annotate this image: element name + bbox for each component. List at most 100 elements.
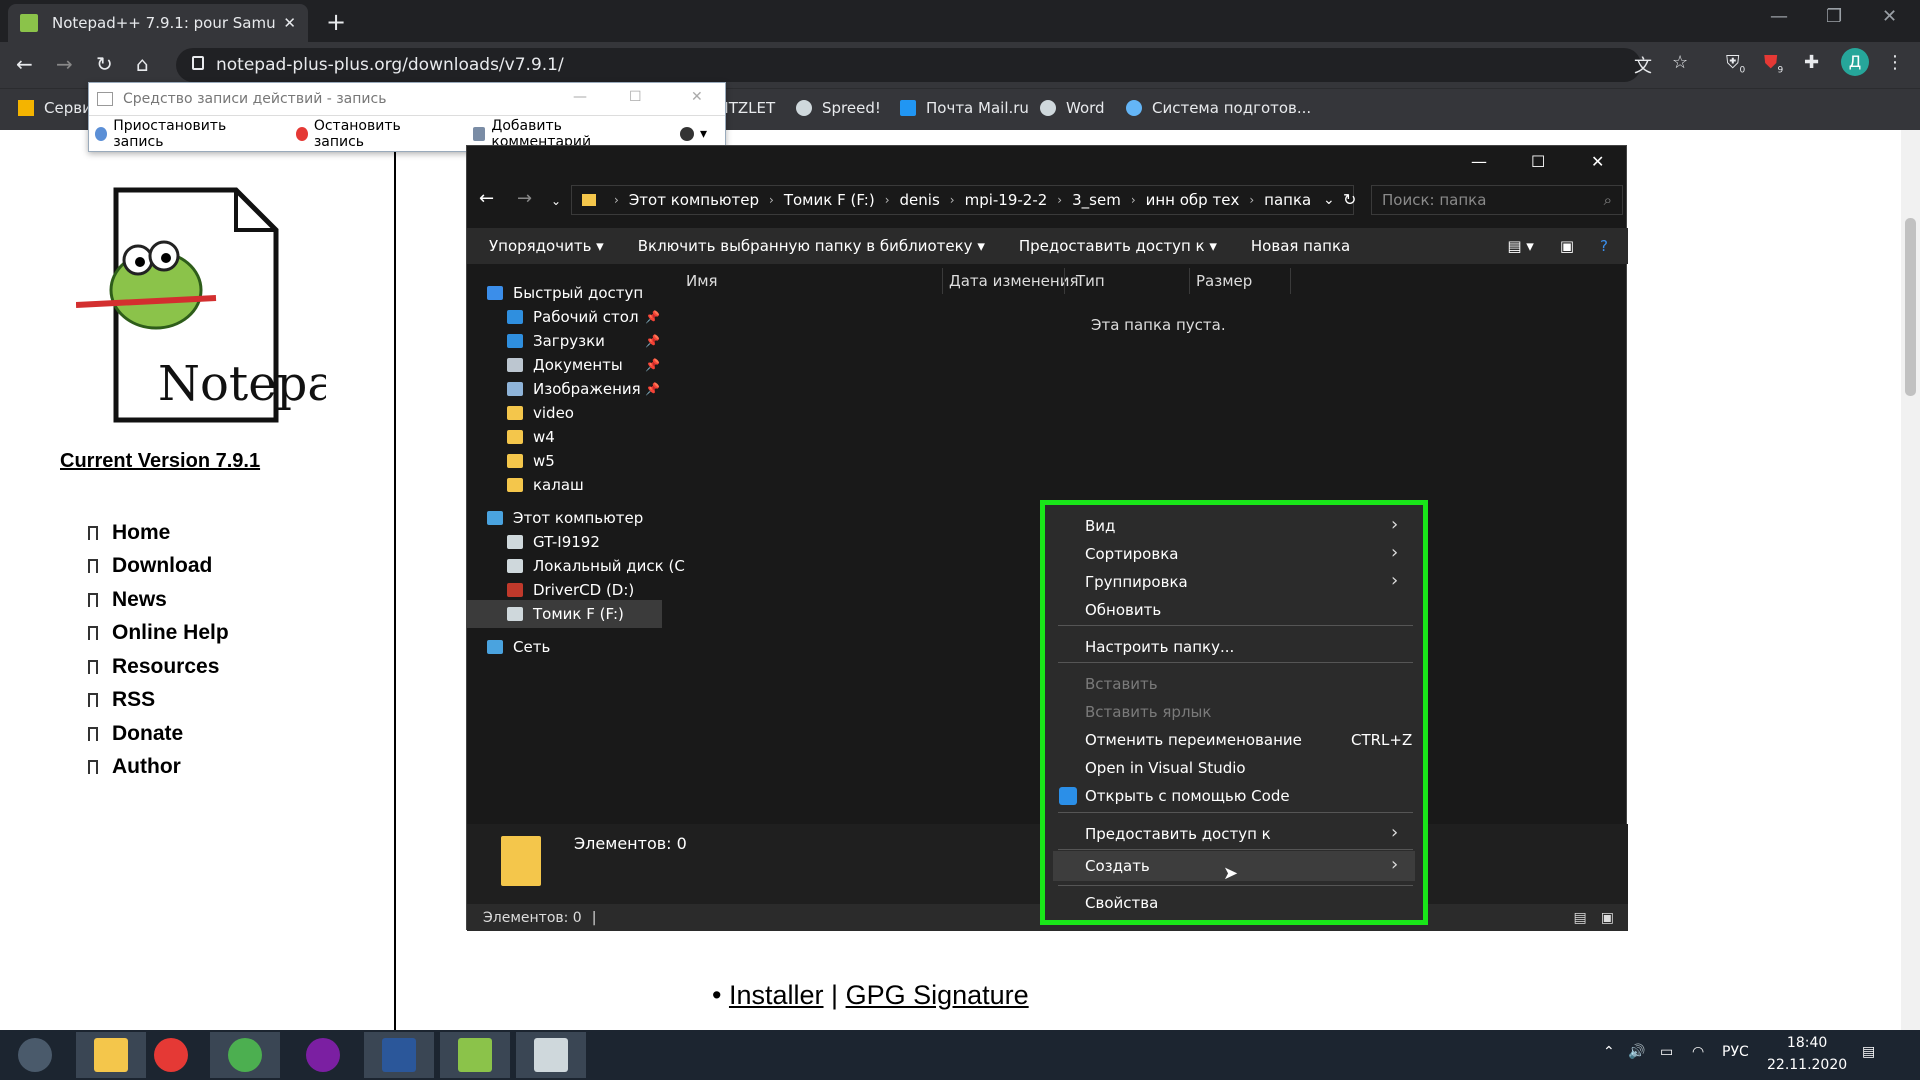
column-separator[interactable] — [1064, 268, 1065, 294]
address-bar[interactable]: notepad-plus-plus.org/downloads/v7.9.1/ — [176, 48, 1641, 82]
nav-item-resources[interactable]: Resources — [88, 650, 229, 684]
gpg-signature-link[interactable]: GPG Signature — [846, 980, 1029, 1010]
extension-shield-icon[interactable]: ⛨0 — [1726, 52, 1745, 76]
explorer-minimize-icon[interactable]: — — [1471, 152, 1487, 171]
sidebar-item-this-pc[interactable]: Этот компьютер — [487, 509, 643, 527]
recorder-maximize-icon[interactable]: ☐ — [629, 89, 642, 105]
battery-icon[interactable]: ▭ — [1660, 1044, 1673, 1060]
menu-item-undo-rename[interactable]: Отменить переименование — [1085, 731, 1302, 749]
new-folder-button[interactable]: Новая папка — [1251, 237, 1350, 255]
language-indicator[interactable]: РУС — [1722, 1044, 1749, 1060]
minimize-window-icon[interactable]: — — [1770, 6, 1788, 27]
nav-item-home[interactable]: Home — [88, 516, 229, 550]
breadcrumb-item[interactable]: инн обр тех — [1146, 191, 1240, 209]
explorer-back-icon[interactable]: ← — [479, 188, 494, 209]
preview-pane-icon[interactable]: ▣ — [1560, 237, 1574, 255]
nav-item-rss[interactable]: RSS — [88, 684, 229, 718]
column-separator[interactable] — [1189, 268, 1190, 294]
bookmark-word[interactable]: Word — [1040, 99, 1105, 117]
change-view-icon[interactable]: ▤ ▾ — [1507, 237, 1533, 255]
menu-dots-icon[interactable]: ⋮ — [1886, 52, 1904, 73]
sidebar-item-downloads[interactable]: Загрузки — [507, 332, 605, 350]
taskbar-app-purple[interactable] — [288, 1032, 358, 1078]
share-with-button[interactable]: Предоставить доступ к ▾ — [1019, 237, 1217, 255]
column-separator[interactable] — [942, 268, 943, 294]
volume-icon[interactable]: 🔊 — [1628, 1044, 1645, 1060]
taskbar-chrome[interactable] — [210, 1032, 280, 1078]
tray-arrow-icon[interactable]: ⌃ — [1603, 1044, 1615, 1060]
sidebar-item-phone[interactable]: GT-I9192 — [507, 533, 600, 551]
system-clock[interactable]: 18:40 22.11.2020 — [1767, 1032, 1847, 1076]
sidebar-item-tomik-f[interactable]: Томик F (F:) — [507, 605, 624, 623]
breadcrumb-item[interactable]: denis — [900, 191, 940, 209]
menu-item-new[interactable]: Создать — [1085, 857, 1150, 875]
sidebar-item-quick-access[interactable]: Быстрый доступ — [487, 284, 643, 302]
extensions-puzzle-icon[interactable]: ✚ — [1804, 52, 1819, 73]
recorder-minimize-icon[interactable]: — — [573, 89, 587, 105]
translate-icon[interactable]: 文 — [1634, 52, 1652, 78]
taskbar-app-red[interactable] — [136, 1032, 206, 1078]
profile-avatar[interactable]: Д — [1841, 48, 1869, 76]
installer-link[interactable]: Installer — [729, 980, 824, 1010]
current-version-link[interactable]: Current Version 7.9.1 — [60, 450, 260, 473]
menu-item-customize-folder[interactable]: Настроить папку... — [1085, 638, 1234, 656]
stop-recording-button[interactable]: Остановить запись — [295, 118, 456, 150]
bookmark-services[interactable]: Серви — [18, 99, 92, 117]
help-button[interactable]: ▾ — [679, 126, 707, 142]
sidebar-item-local-disk[interactable]: Локальный диск (C — [507, 557, 685, 575]
menu-item-refresh[interactable]: Обновить — [1085, 601, 1161, 619]
menu-item-sort[interactable]: Сортировка — [1085, 545, 1178, 563]
tab-close-icon[interactable]: ✕ — [283, 14, 296, 32]
explorer-maximize-icon[interactable]: ☐ — [1531, 152, 1545, 171]
nav-item-online-help[interactable]: Online Help — [88, 617, 229, 651]
extension-adblock-icon[interactable]: ⛊9 — [1764, 52, 1783, 76]
menu-item-open-with-code[interactable]: Открыть с помощью Code — [1085, 787, 1290, 805]
column-type[interactable]: Тип — [1076, 272, 1105, 290]
explorer-forward-icon[interactable]: → — [517, 188, 532, 209]
reload-icon[interactable]: ↻ — [96, 52, 113, 76]
notifications-icon[interactable]: ▤ — [1862, 1044, 1875, 1060]
sidebar-item-w5[interactable]: w5 — [507, 452, 555, 470]
breadcrumb-item[interactable]: Этот компьютер — [629, 191, 759, 209]
new-tab-button[interactable]: + — [326, 8, 346, 36]
breadcrumb-item[interactable]: Томик F (F:) — [784, 191, 875, 209]
organize-button[interactable]: Упорядочить ▾ — [489, 237, 604, 255]
menu-item-view[interactable]: Вид — [1085, 517, 1115, 535]
wifi-icon[interactable]: ◠ — [1692, 1044, 1704, 1060]
bookmark-exam-system[interactable]: Система подготов... — [1126, 99, 1311, 117]
nav-item-news[interactable]: News — [88, 583, 229, 617]
sidebar-item-w4[interactable]: w4 — [507, 428, 555, 446]
browser-tab[interactable]: Notepad++ 7.9.1: pour Samuel P ✕ — [8, 4, 308, 42]
menu-item-group[interactable]: Группировка — [1085, 573, 1188, 591]
page-scrollbar[interactable] — [1901, 130, 1920, 1030]
menu-item-open-visual-studio[interactable]: Open in Visual Studio — [1085, 759, 1246, 777]
address-dropdown-icon[interactable]: ⌄ — [1323, 192, 1335, 208]
bookmark-star-icon[interactable]: ☆ — [1672, 52, 1688, 73]
close-window-icon[interactable]: ✕ — [1882, 6, 1897, 27]
nav-item-download[interactable]: Download — [88, 550, 229, 584]
forward-arrow-icon[interactable]: → — [56, 52, 73, 76]
taskbar-word[interactable] — [364, 1032, 434, 1078]
back-arrow-icon[interactable]: ← — [16, 52, 33, 76]
menu-item-share-with[interactable]: Предоставить доступ к — [1085, 825, 1271, 843]
nav-item-donate[interactable]: Donate — [88, 717, 229, 751]
include-in-library-button[interactable]: Включить выбранную папку в библиотеку ▾ — [638, 237, 985, 255]
large-icons-view-icon[interactable]: ▣ — [1601, 910, 1614, 926]
sidebar-item-network[interactable]: Сеть — [487, 638, 550, 656]
restore-window-icon[interactable]: ❐ — [1826, 6, 1842, 27]
breadcrumb-item[interactable]: 3_sem — [1072, 191, 1121, 209]
sidebar-item-kalash[interactable]: калаш — [507, 476, 584, 494]
explorer-help-icon[interactable]: ? — [1600, 237, 1608, 255]
bookmark-mail[interactable]: Почта Mail.ru — [900, 99, 1029, 117]
bookmark-spreed[interactable]: Spreed! — [796, 99, 881, 117]
menu-item-properties[interactable]: Свойства — [1085, 894, 1158, 912]
recorder-close-icon[interactable]: ✕ — [691, 89, 703, 105]
column-name[interactable]: Имя — [686, 272, 718, 290]
column-size[interactable]: Размер — [1196, 272, 1252, 290]
nav-item-author[interactable]: Author — [88, 751, 229, 785]
scrollbar-thumb[interactable] — [1905, 218, 1916, 396]
search-input[interactable]: Поиск: папка ⌕ — [1371, 185, 1623, 215]
start-button[interactable] — [0, 1032, 70, 1078]
breadcrumb[interactable]: › Этот компьютер › Томик F (F:) › denis › m… — [571, 185, 1354, 215]
column-date-modified[interactable]: Дата изменения — [949, 272, 1079, 290]
